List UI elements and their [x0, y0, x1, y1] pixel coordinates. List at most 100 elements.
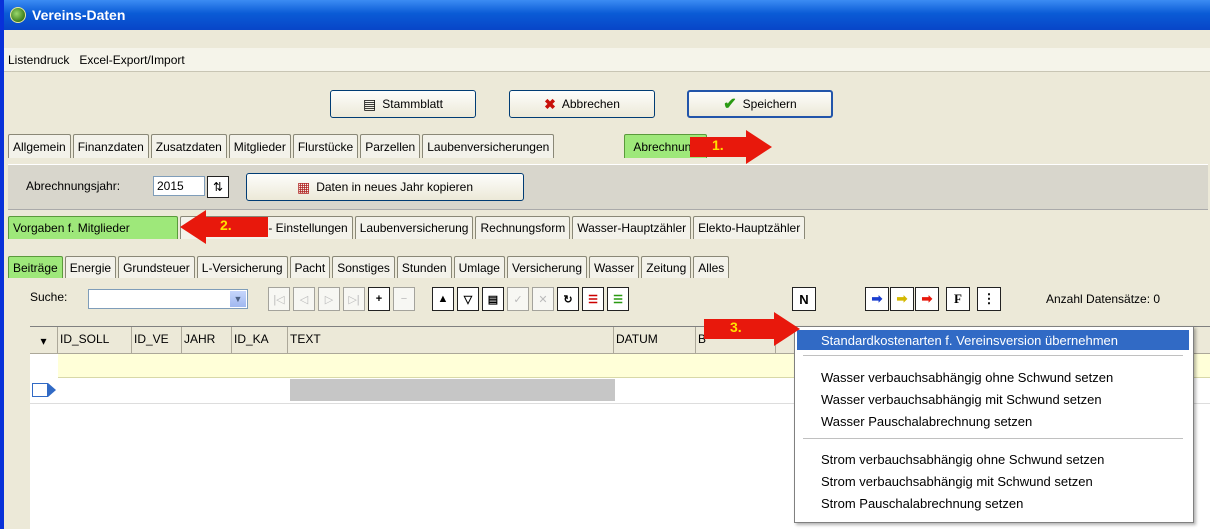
text-cell[interactable] — [290, 379, 615, 401]
prev-record-icon[interactable]: ◁ — [293, 287, 315, 311]
costtab-versicherung[interactable]: Versicherung — [506, 256, 588, 278]
annotation-label-2: 2. — [220, 217, 232, 233]
refresh-icon[interactable]: ↻ — [557, 287, 579, 311]
costtab-l-versicherung[interactable]: L-Versicherung — [196, 256, 288, 278]
annotation-arrow-2: 2. — [180, 210, 268, 244]
costtab-wasser[interactable]: Wasser — [589, 256, 640, 278]
menu-item-standardkostenarten[interactable]: Standardkostenarten f. Vereinsversion üb… — [797, 330, 1189, 350]
search-label: Suche: — [30, 290, 68, 304]
list-icon[interactable]: ☰ — [582, 287, 604, 311]
new-item-icon[interactable]: N — [792, 287, 816, 311]
menu-item-wasser-pauschal[interactable]: Wasser Pauschalabrechnung setzen — [797, 411, 1189, 431]
costtab-sonstiges[interactable]: Sonstiges — [332, 256, 395, 278]
costtab-grundsteuer[interactable]: Grundsteuer — [118, 256, 195, 278]
annotation-arrow-1: 1. — [690, 130, 772, 164]
copy-year-button[interactable]: ▦ Daten in neues Jahr kopieren — [246, 173, 524, 201]
menu-separator — [803, 355, 1183, 356]
tab-flurstuecke[interactable]: Flurstücke — [292, 134, 359, 158]
year-label: Abrechnungsjahr: — [26, 179, 121, 193]
tab-mitglieder[interactable]: Mitglieder — [228, 134, 291, 158]
formula-icon[interactable]: F — [946, 287, 970, 311]
abbrechen-label: Abbrechen — [561, 97, 620, 111]
arrow-right-blue-icon[interactable]: ➡ — [865, 287, 889, 311]
annotation-arrow-3: 3. — [704, 312, 800, 346]
menu-item-strom-ohne-schwund[interactable]: Strom verbauchsabhängig ohne Schwund set… — [797, 449, 1189, 469]
search-input[interactable]: ▼ — [88, 289, 248, 309]
tab-gap — [556, 134, 622, 158]
record-count: Anzahl Datensätze: 0 — [1046, 292, 1161, 306]
costtab-zeitung[interactable]: Zeitung — [641, 256, 692, 278]
subtab-elekto-hauptzaehler[interactable]: Elekto-Hauptzähler — [693, 216, 806, 239]
column-header[interactable]: TEXT — [288, 327, 614, 353]
year-panel: Abrechnungsjahr: 2015 ⇅ ▦ Daten in neues… — [8, 164, 1208, 210]
arrow-right-yellow-icon[interactable]: ➡ — [890, 287, 914, 311]
column-header[interactable]: DATUM — [614, 327, 696, 353]
filter-icon[interactable]: ▽ — [457, 287, 479, 311]
costtab-stunden[interactable]: Stunden — [396, 256, 452, 278]
first-record-icon[interactable]: |◁ — [268, 287, 290, 311]
tree-icon[interactable]: ⋮ — [977, 287, 1001, 311]
subtab-laubenversicherung[interactable]: Laubenversicherung — [354, 216, 474, 239]
arrow-body — [204, 217, 268, 237]
cost-tabs: Beiträge Energie Grundsteuer L-Versicher… — [8, 256, 731, 278]
main-tabs: Allgemein Finanzdaten Zusatzdaten Mitgli… — [8, 134, 709, 158]
subtab-vorgaben[interactable]: Vorgaben f. Mitglieder — [8, 216, 178, 239]
checkmark-icon: ✔ — [723, 96, 737, 113]
column-header[interactable]: ID_KA — [232, 327, 288, 353]
post-edit-icon[interactable]: ✓ — [507, 287, 529, 311]
tab-allgemein[interactable]: Allgemein — [8, 134, 71, 158]
arrow-head — [774, 312, 800, 346]
costtab-alles[interactable]: Alles — [693, 256, 730, 278]
year-spinner-icon[interactable]: ⇅ — [207, 176, 229, 198]
stammblatt-button[interactable]: ▤ Stammblatt — [330, 90, 476, 118]
costtab-energie[interactable]: Energie — [64, 256, 117, 278]
year-input[interactable]: 2015 — [153, 176, 205, 196]
menu-excel-export[interactable]: Excel-Export/Import — [79, 53, 184, 67]
app-icon — [10, 7, 26, 23]
annotation-label-3: 3. — [730, 319, 742, 335]
tab-finanzdaten[interactable]: Finanzdaten — [72, 134, 149, 158]
window-title: Vereins-Daten — [32, 7, 126, 23]
cancel-x-icon: ✖ — [544, 95, 556, 112]
arrow-head — [180, 210, 206, 244]
menu-bar: Listendruck Excel-Export/Import — [4, 48, 1210, 72]
tab-parzellen[interactable]: Parzellen — [360, 134, 421, 158]
next-record-icon[interactable]: ▷ — [318, 287, 340, 311]
menu-item-wasser-ohne-schwund[interactable]: Wasser verbauchsabhängig ohne Schwund se… — [797, 367, 1189, 387]
column-menu-icon[interactable]: ▾ — [30, 327, 58, 353]
subtab-rechnungsform[interactable]: Rechnungsform — [475, 216, 571, 239]
chevron-down-icon[interactable]: ▼ — [230, 291, 246, 307]
copy-year-label: Daten in neues Jahr kopieren — [316, 180, 473, 194]
add-list-icon[interactable]: ☰ — [607, 287, 629, 311]
column-header[interactable]: ID_SOLL — [58, 327, 132, 353]
cancel-edit-icon[interactable]: ✕ — [532, 287, 554, 311]
sort-up-icon[interactable]: ▲ — [432, 287, 454, 311]
delete-record-icon[interactable]: − — [393, 287, 415, 311]
costtab-beitraege[interactable]: Beiträge — [8, 256, 63, 278]
row-selector-icon[interactable] — [32, 383, 48, 397]
menu-item-strom-mit-schwund[interactable]: Strom verbauchsabhängig mit Schwund setz… — [797, 471, 1189, 491]
add-record-icon[interactable]: + — [368, 287, 390, 311]
menu-item-wasser-mit-schwund[interactable]: Wasser verbauchsabhängig mit Schwund set… — [797, 389, 1189, 409]
subtab-wasser-hauptzaehler[interactable]: Wasser-Hauptzähler — [572, 216, 692, 239]
menu-item-strom-pauschal[interactable]: Strom Pauschalabrechnung setzen — [797, 493, 1189, 513]
title-bar: Vereins-Daten — [4, 0, 1210, 30]
arrow-right-red-icon[interactable]: ➡ — [915, 287, 939, 311]
column-header[interactable]: JAHR — [182, 327, 232, 353]
title-spacer — [4, 30, 1210, 48]
column-header[interactable]: ID_VE — [132, 327, 182, 353]
speichern-button[interactable]: ✔ Speichern — [687, 90, 833, 118]
export-icon[interactable]: ▤ — [482, 287, 504, 311]
annotation-label-1: 1. — [712, 137, 724, 153]
menu-listendruck[interactable]: Listendruck — [8, 53, 69, 67]
abbrechen-button[interactable]: ✖ Abbrechen — [509, 90, 655, 118]
app-window: Vereins-Daten Listendruck Excel-Export/I… — [0, 0, 1210, 530]
last-record-icon[interactable]: ▷| — [343, 287, 365, 311]
tab-laubenversicherungen[interactable]: Laubenversicherungen — [422, 134, 555, 158]
sub-tabs: Vorgaben f. Mitglieder ...ngs- Einstellu… — [8, 216, 807, 239]
costtab-pacht[interactable]: Pacht — [289, 256, 331, 278]
tab-zusatzdaten[interactable]: Zusatzdaten — [150, 134, 227, 158]
main-toolbar: ▤ Stammblatt ✖ Abbrechen ✔ Speichern — [4, 73, 1210, 125]
costtab-umlage[interactable]: Umlage — [453, 256, 505, 278]
stammblatt-label: Stammblatt — [382, 97, 443, 111]
